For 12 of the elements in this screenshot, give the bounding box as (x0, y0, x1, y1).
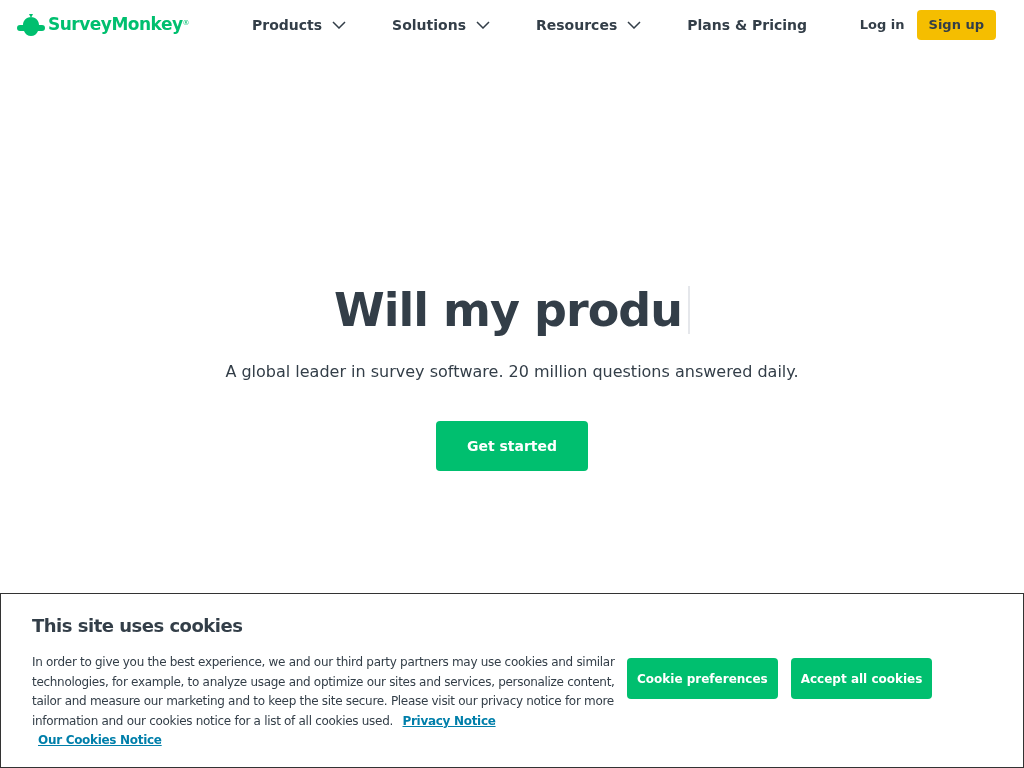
nav-link[interactable]: Solutions (392, 14, 490, 36)
nav-link[interactable]: Plans & Pricing (687, 14, 808, 36)
login-link[interactable]: Log in (859, 15, 905, 35)
hero-subtitle: A global leader in survey software. 20 million questions answered daily. (225, 361, 799, 383)
notice-link[interactable]: Privacy Notice (402, 713, 496, 728)
signup-button[interactable]: Sign up (916, 10, 996, 40)
notice-link[interactable]: Our Cookies Notice (38, 733, 162, 747)
cookie-title: This site uses cookies (32, 614, 244, 638)
nav-link[interactable]: Resources (536, 14, 642, 36)
logo-icon (16, 14, 46, 36)
nav-link[interactable]: Products (252, 14, 347, 36)
cookie-text: In order to give you the best experience, we and our third party partners may use cookies and similar technologies, for example, to analyze usage and optimize our sites and services, personalize content, tailor and measure our marketing and to keep the site secure. Please visit our privacy notice for more information and our cookies notice for a list of all cookies used. Privacy Notice Our Cookies Notice (32, 654, 616, 749)
